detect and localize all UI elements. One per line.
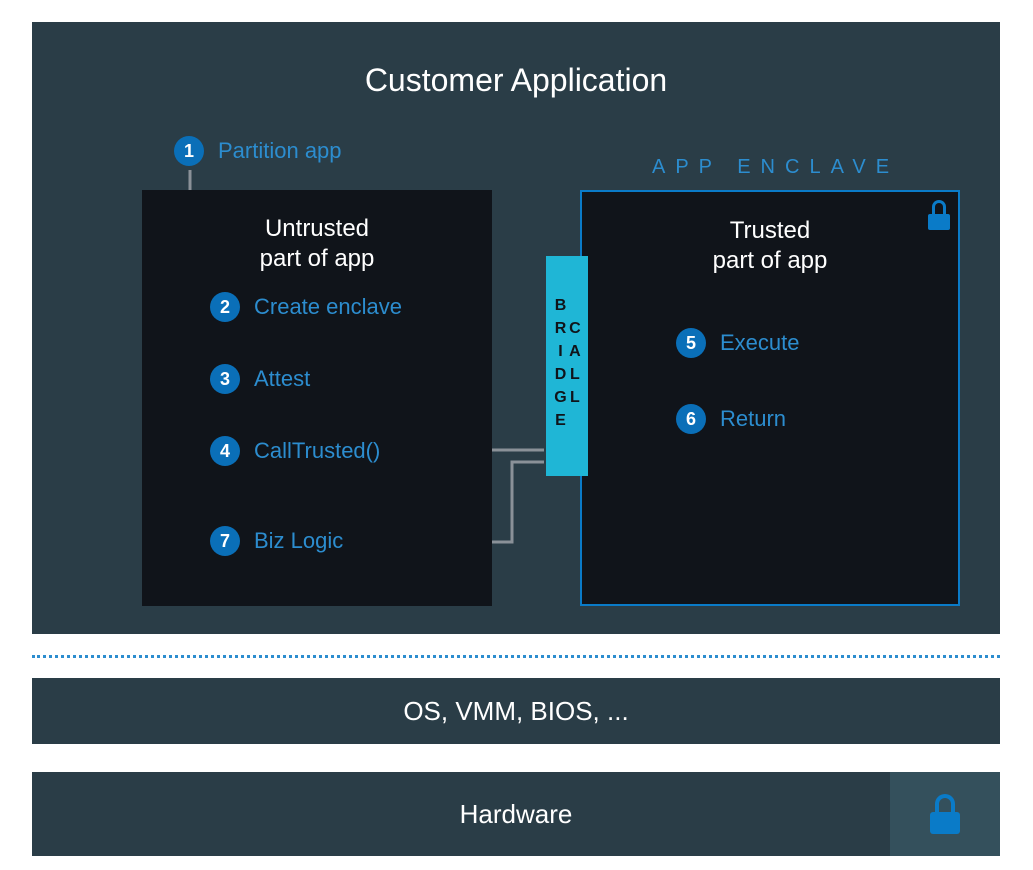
step-3-number: 3 [210, 364, 240, 394]
os-layer-bar: OS, VMM, BIOS, ... [32, 678, 1000, 744]
step-1-label: Partition app [218, 138, 342, 164]
step-4: 4 CallTrusted() [210, 436, 380, 466]
step-7: 7 Biz Logic [210, 526, 343, 556]
lock-icon [928, 200, 950, 228]
step-1-number: 1 [174, 136, 204, 166]
step-4-label: CallTrusted() [254, 438, 380, 464]
step-5-number: 5 [676, 328, 706, 358]
step-5-label: Execute [720, 330, 800, 356]
trusted-title-line1: Trusted [730, 217, 810, 244]
step-6-number: 6 [676, 404, 706, 434]
step-5: 5 Execute [676, 328, 800, 358]
step-2-label: Create enclave [254, 294, 402, 320]
lock-icon [930, 794, 960, 834]
step-6: 6 Return [676, 404, 786, 434]
hardware-layer-label: Hardware [460, 799, 573, 830]
customer-application-container: Customer Application 1 Partition app Unt… [32, 22, 1000, 634]
hardware-layer-bar: Hardware [32, 772, 1000, 856]
untrusted-title-line2: part of app [260, 245, 375, 272]
step-7-label: Biz Logic [254, 528, 343, 554]
call-bridge: CALL BRIDGE [546, 256, 588, 476]
step-6-label: Return [720, 406, 786, 432]
step-3: 3 Attest [210, 364, 310, 394]
step-2-number: 2 [210, 292, 240, 322]
step-3-label: Attest [254, 366, 310, 392]
os-layer-label: OS, VMM, BIOS, ... [403, 696, 628, 727]
untrusted-title-line1: Untrusted [265, 215, 369, 242]
divider-line [32, 655, 1000, 658]
app-enclave-label: APP ENCLAVE [652, 156, 899, 179]
step-4-number: 4 [210, 436, 240, 466]
trusted-title-line2: part of app [713, 247, 828, 274]
diagram-title: Customer Application [32, 22, 1000, 99]
call-bridge-label: CALL BRIDGE [553, 256, 582, 476]
trusted-title: Trusted part of app [582, 192, 958, 276]
step-2: 2 Create enclave [210, 292, 402, 322]
step-1: 1 Partition app [174, 136, 342, 166]
hardware-lock-zone [890, 772, 1000, 856]
trusted-box: Trusted part of app [580, 190, 960, 606]
untrusted-title: Untrusted part of app [142, 190, 492, 274]
step-7-number: 7 [210, 526, 240, 556]
